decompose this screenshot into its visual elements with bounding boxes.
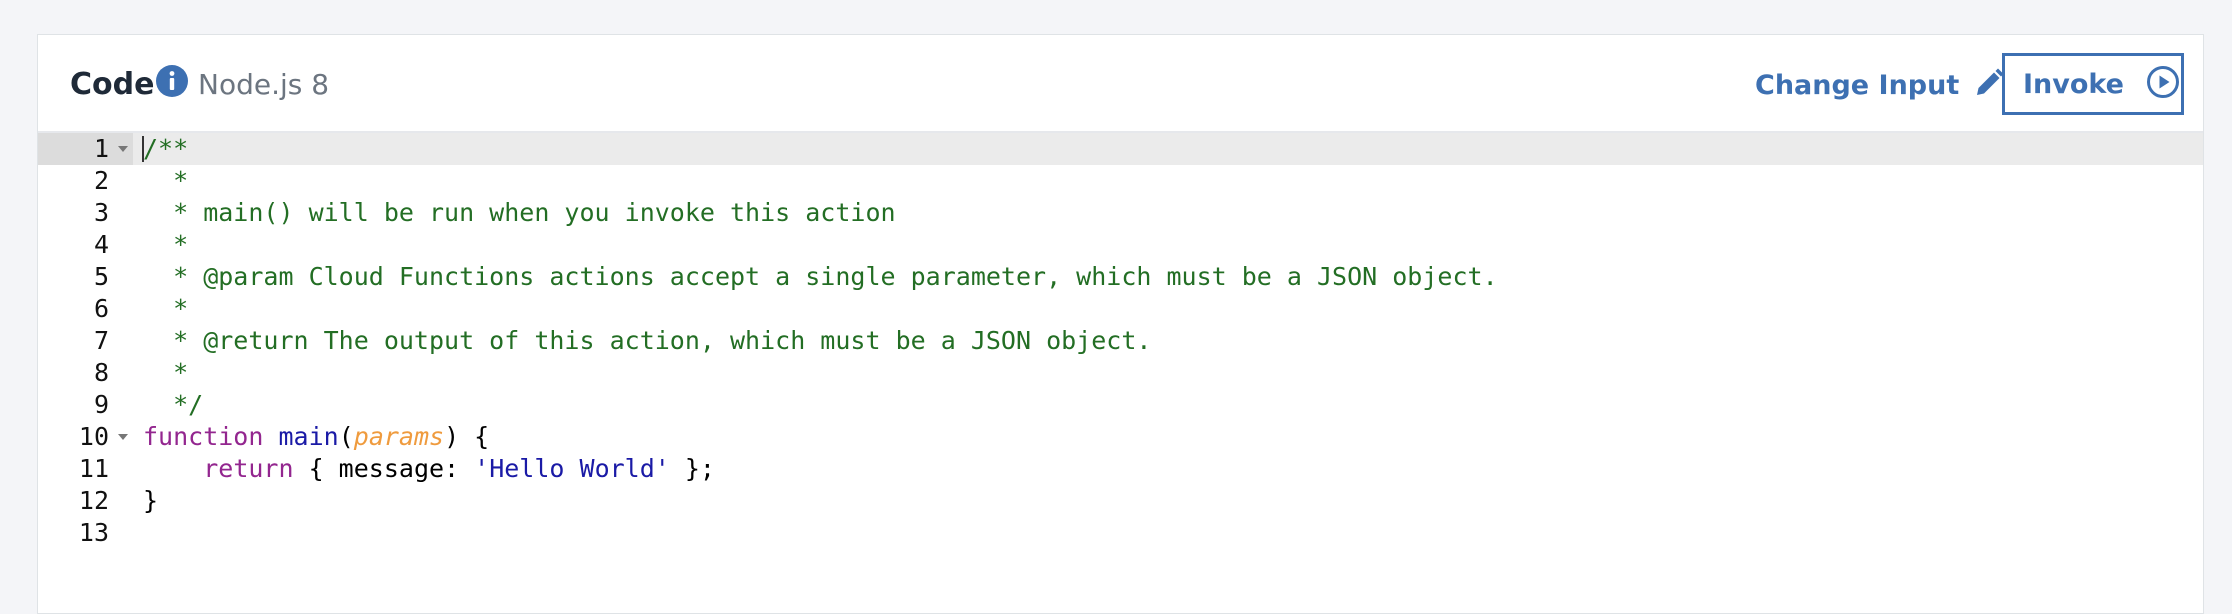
code-line: 13 <box>38 517 2203 549</box>
code-text: } <box>143 486 159 515</box>
line-number: 11 <box>78 454 109 483</box>
line-number: 7 <box>93 326 109 355</box>
gutter-cell: 8 <box>38 357 133 389</box>
code-line: 4 * <box>38 229 2203 261</box>
code-text: /** <box>143 134 189 163</box>
code-text: function main(params) { <box>143 421 489 453</box>
gutter-cell: 5 <box>38 261 133 293</box>
invoke-button[interactable]: Invoke <box>2002 53 2184 115</box>
gutter-cell: 12 <box>38 485 133 517</box>
code-line: 12 } <box>38 485 2203 517</box>
line-number: 10 <box>78 422 109 451</box>
line-number: 2 <box>93 166 109 195</box>
gutter-cell: 4 <box>38 229 133 261</box>
object-token: { message: <box>293 454 475 483</box>
pencil-icon <box>1973 67 2005 103</box>
paren-token: ( <box>338 422 354 451</box>
info-icon[interactable] <box>156 65 188 97</box>
code-line: 2 * <box>38 165 2203 197</box>
code-editor[interactable]: 1 /** 2 * 3 * main() will be run when yo… <box>38 133 2203 613</box>
gutter-cell: 3 <box>38 197 133 229</box>
line-number: 5 <box>93 262 109 291</box>
gutter-cell: 2 <box>38 165 133 197</box>
runtime-label: Node.js 8 <box>198 68 330 101</box>
code-text: * main() will be run when you invoke thi… <box>143 198 896 227</box>
code-panel: Code Node.js 8 Change Input Invoke 1 /**… <box>37 34 2204 614</box>
gutter-cell: 10 <box>38 421 133 453</box>
line-number: 13 <box>78 518 109 547</box>
keyword-token: return <box>203 454 294 483</box>
line-number: 8 <box>93 358 109 387</box>
gutter-cell: 1 <box>38 133 133 165</box>
fold-arrow-icon[interactable] <box>118 146 128 152</box>
code-line: 5 * @param Cloud Functions actions accep… <box>38 261 2203 293</box>
change-input-button[interactable]: Change Input <box>1755 63 2005 107</box>
change-input-label: Change Input <box>1755 69 1960 101</box>
function-name-token: main <box>278 422 339 451</box>
code-panel-header: Code Node.js 8 Change Input Invoke <box>38 35 2203 133</box>
line-number: 6 <box>93 294 109 323</box>
code-text: return { message: 'Hello World' }; <box>143 453 715 485</box>
code-line: 7 * @return The output of this action, w… <box>38 325 2203 357</box>
panel-title: Code <box>70 67 155 102</box>
fold-arrow-icon[interactable] <box>118 434 128 440</box>
gutter-cell: 11 <box>38 453 133 485</box>
gutter-cell: 13 <box>38 517 133 549</box>
code-line: 10 function main(params) { <box>38 421 2203 453</box>
line-number: 12 <box>78 486 109 515</box>
gutter-cell: 9 <box>38 389 133 421</box>
invoke-label: Invoke <box>2023 68 2124 100</box>
code-text: * <box>143 294 189 323</box>
gutter-cell: 7 <box>38 325 133 357</box>
paren-brace-token: ) { <box>444 422 490 451</box>
code-text: * <box>143 230 189 259</box>
play-circle-icon <box>2146 65 2180 103</box>
line-number: 1 <box>93 134 109 163</box>
brace-token: }; <box>669 454 715 483</box>
param-token: params <box>353 422 445 451</box>
code-text: * <box>143 358 189 387</box>
string-token: 'Hello World' <box>474 454 670 483</box>
keyword-token: function <box>143 422 264 451</box>
code-line: 11 return { message: 'Hello World' }; <box>38 453 2203 485</box>
gutter-cell: 6 <box>38 293 133 325</box>
line-number: 4 <box>93 230 109 259</box>
code-line: 1 /** <box>38 133 2203 165</box>
code-line: 6 * <box>38 293 2203 325</box>
line-number: 3 <box>93 198 109 227</box>
code-text: */ <box>143 390 204 419</box>
code-line: 9 */ <box>38 389 2203 421</box>
code-line: 3 * main() will be run when you invoke t… <box>38 197 2203 229</box>
code-text: * @return The output of this action, whi… <box>143 326 1152 355</box>
line-number: 9 <box>93 390 109 419</box>
code-line: 8 * <box>38 357 2203 389</box>
code-text: * @param Cloud Functions actions accept … <box>143 262 1498 291</box>
code-text: * <box>143 166 189 195</box>
